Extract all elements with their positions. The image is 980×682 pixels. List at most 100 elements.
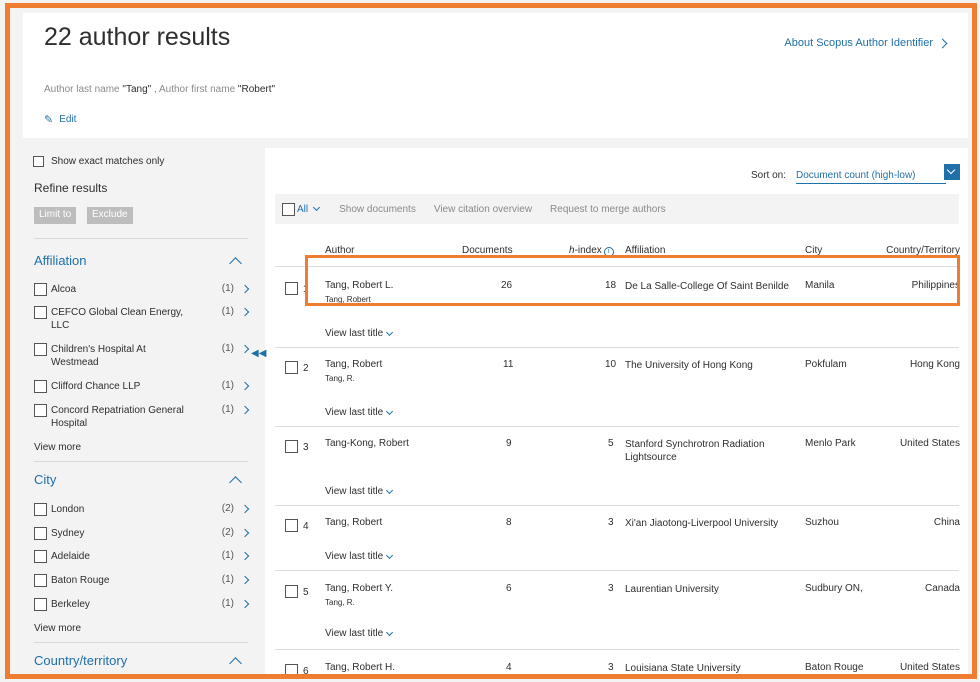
row-number: 4 <box>303 521 309 532</box>
author-name-link[interactable]: Tang-Kong, Robert <box>325 438 409 449</box>
facet-checkbox[interactable] <box>34 404 47 417</box>
document-count[interactable]: 11 <box>503 359 513 370</box>
query-first-value: "Robert" <box>237 84 276 95</box>
chevron-right-icon[interactable] <box>240 575 250 585</box>
facet-checkbox[interactable] <box>34 283 47 296</box>
facet-item[interactable]: Concord Repatriation General Hospital (1) <box>34 404 250 430</box>
facet-count: (1) <box>221 550 234 561</box>
select-all-checkbox[interactable] <box>282 202 295 216</box>
city-value: Sudbury ON, <box>805 583 863 594</box>
view-last-title-toggle[interactable]: View last title <box>325 551 394 562</box>
chevron-down-icon <box>386 628 394 636</box>
country-facet-title[interactable]: Country/territory <box>34 653 127 668</box>
select-all-control[interactable]: All <box>282 202 321 216</box>
h-index-value: 10 <box>605 359 617 370</box>
facet-item[interactable]: Berkeley (1) <box>34 598 250 611</box>
chevron-right-icon[interactable] <box>240 307 250 317</box>
chevron-right-icon[interactable] <box>240 284 250 294</box>
chevron-right-icon[interactable] <box>240 599 250 609</box>
chevron-down-icon[interactable] <box>313 203 321 212</box>
city-view-more-link[interactable]: View more <box>34 623 81 634</box>
author-cell[interactable]: Tang-Kong, Robert <box>325 438 409 453</box>
facet-item[interactable]: Children's Hospital At Westmead (1) <box>34 343 250 369</box>
view-last-title-toggle[interactable]: View last title <box>325 328 394 339</box>
facet-item[interactable]: Clifford Chance LLP (1) <box>34 380 250 393</box>
chevron-down-icon <box>386 486 394 494</box>
facet-checkbox[interactable] <box>34 550 47 563</box>
exclude-button[interactable]: Exclude <box>87 207 133 224</box>
view-last-title-label: View last title <box>325 407 384 418</box>
collapse-sidebar-icon[interactable]: ◀◀ <box>251 348 266 359</box>
document-count[interactable]: 6 <box>506 583 512 594</box>
chevron-right-icon[interactable] <box>240 405 250 415</box>
row-checkbox[interactable] <box>285 519 298 532</box>
chevron-up-icon[interactable] <box>229 657 242 670</box>
facet-count: (1) <box>221 574 234 585</box>
facet-checkbox[interactable] <box>34 503 47 516</box>
author-name-link[interactable]: Tang, Robert <box>325 359 382 370</box>
facet-checkbox[interactable] <box>34 527 47 540</box>
affiliation-view-more-link[interactable]: View more <box>34 442 81 453</box>
h-index-value: 3 <box>608 517 614 528</box>
merge-authors-button[interactable]: Request to merge authors <box>550 204 666 215</box>
select-all-label: All <box>297 203 309 215</box>
document-count[interactable]: 8 <box>506 517 512 528</box>
facet-count: (1) <box>221 306 234 317</box>
chevron-right-icon[interactable] <box>240 504 250 514</box>
row-checkbox[interactable] <box>285 282 298 295</box>
view-last-title-toggle[interactable]: View last title <box>325 407 394 418</box>
facet-checkbox[interactable] <box>34 598 47 611</box>
limit-to-button[interactable]: Limit to <box>34 207 77 224</box>
author-cell[interactable]: Tang, Robert <box>325 517 382 528</box>
row-checkbox[interactable] <box>285 585 298 598</box>
facet-checkbox[interactable] <box>34 306 47 319</box>
facet-item[interactable]: CEFCO Global Clean Energy, LLC (1) <box>34 306 250 332</box>
chevron-up-icon[interactable] <box>229 257 242 270</box>
chevron-right-icon[interactable] <box>240 344 250 354</box>
exact-matches-checkbox[interactable] <box>33 156 44 167</box>
facet-label: CEFCO Global Clean Energy, LLC <box>51 307 184 331</box>
row-checkbox[interactable] <box>285 361 298 374</box>
author-name-link[interactable]: Tang, Robert Y. <box>325 583 393 594</box>
facet-item[interactable]: Sydney (2) <box>34 527 250 540</box>
affiliation-value: Stanford Synchrotron Radiation Lightsour… <box>625 439 765 463</box>
view-citation-overview-button[interactable]: View citation overview <box>434 204 532 215</box>
show-documents-button[interactable]: Show documents <box>339 204 416 215</box>
view-last-title-toggle[interactable]: View last title <box>325 486 394 497</box>
facet-item[interactable]: Baton Rouge (1) <box>34 574 250 587</box>
about-author-identifier-link[interactable]: About Scopus Author Identifier <box>784 37 948 49</box>
view-last-title-toggle[interactable]: View last title <box>325 628 394 639</box>
facet-item[interactable]: London (2) <box>34 503 250 516</box>
chevron-down-icon[interactable] <box>944 164 960 180</box>
author-cell[interactable]: Tang, Robert H. <box>325 662 395 673</box>
divider <box>34 238 248 239</box>
facet-checkbox[interactable] <box>34 343 47 356</box>
document-count[interactable]: 4 <box>506 662 512 673</box>
row-checkbox[interactable] <box>285 440 298 453</box>
chevron-up-icon[interactable] <box>229 476 242 489</box>
facet-checkbox[interactable] <box>34 574 47 587</box>
chevron-right-icon[interactable] <box>240 381 250 391</box>
author-name-link[interactable]: Tang, Robert <box>325 517 382 528</box>
chevron-right-icon[interactable] <box>240 551 250 561</box>
h-index-value: 3 <box>608 583 614 594</box>
divider <box>34 461 248 462</box>
exact-matches-toggle[interactable]: Show exact matches only <box>33 156 164 167</box>
query-last-value: "Tang" <box>122 84 152 95</box>
edit-search-button[interactable]: ✎ Edit <box>44 113 76 126</box>
facet-item[interactable]: Adelaide (1) <box>34 550 250 563</box>
author-cell[interactable]: Tang, Robert Tang, R. <box>325 359 382 383</box>
view-last-title-label: View last title <box>325 486 384 497</box>
author-name-link[interactable]: Tang, Robert H. <box>325 662 395 673</box>
row-checkbox[interactable] <box>285 664 298 674</box>
sort-select[interactable]: Document count (high-low) <box>796 170 946 184</box>
author-cell[interactable]: Tang, Robert Y. Tang, R. <box>325 583 393 607</box>
city-facet-title[interactable]: City <box>34 472 56 487</box>
facet-checkbox[interactable] <box>34 380 47 393</box>
affiliation-facet-title[interactable]: Affiliation <box>34 253 87 268</box>
affiliation-value: The University of Hong Kong <box>625 360 753 371</box>
facet-label: Sydney <box>51 528 85 539</box>
document-count[interactable]: 9 <box>506 438 512 449</box>
facet-item[interactable]: Alcoa (1) <box>34 283 250 296</box>
chevron-right-icon[interactable] <box>240 528 250 538</box>
